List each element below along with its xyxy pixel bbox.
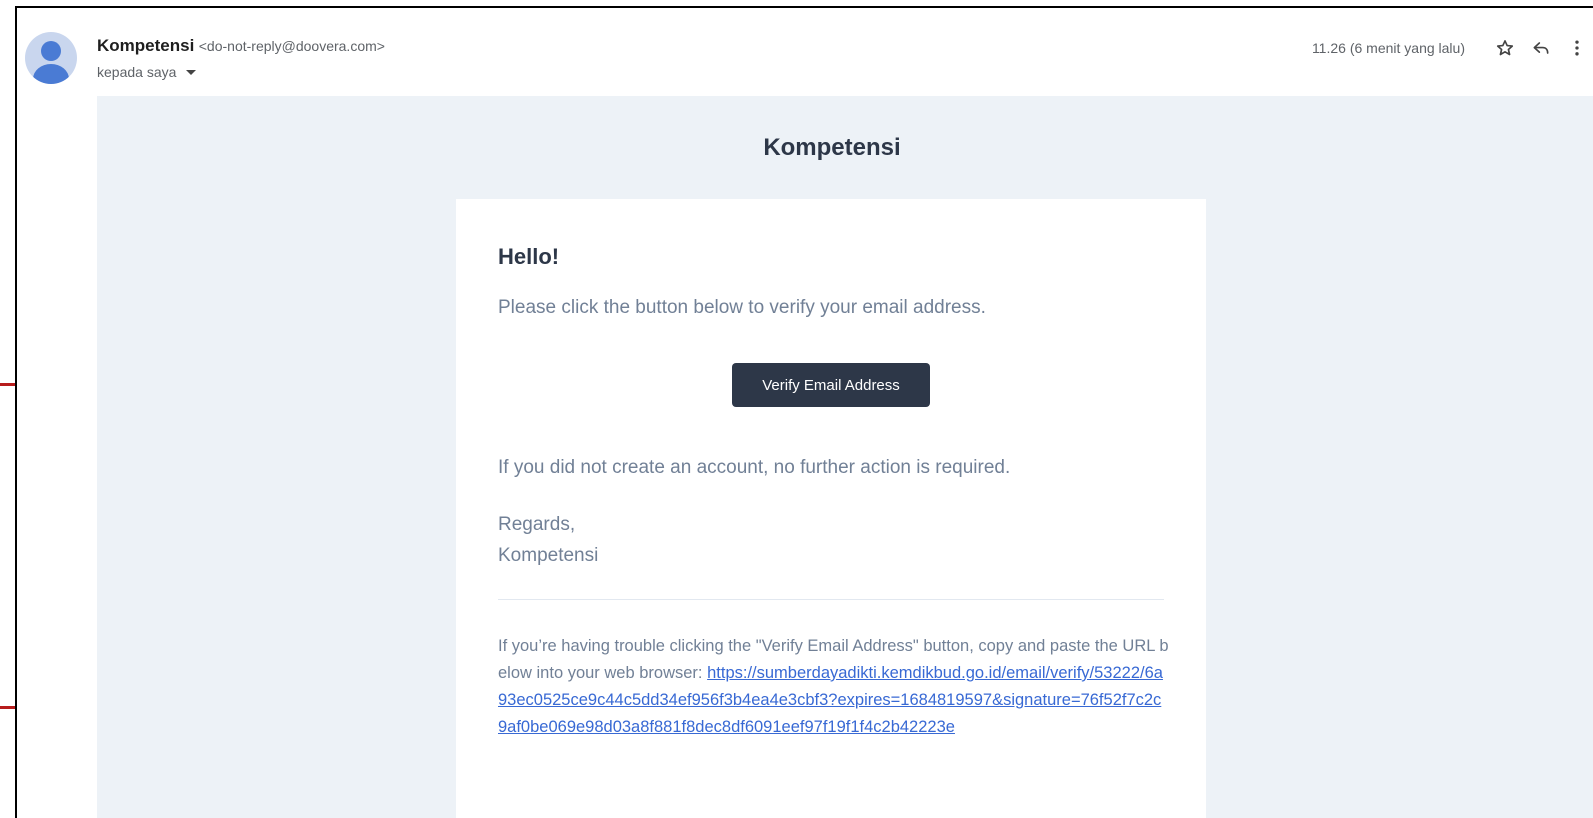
- recipient-label: kepada saya: [97, 64, 177, 80]
- recipient-details-toggle[interactable]: kepada saya: [97, 64, 197, 80]
- sender-avatar: [25, 32, 77, 84]
- reply-icon: [1533, 42, 1549, 54]
- greeting: Hello!: [498, 244, 560, 269]
- email-card: Hello! Please click the button below to …: [456, 199, 1206, 818]
- more-vert-icon: [1575, 40, 1579, 56]
- divider: [498, 599, 1164, 600]
- intro-text: Please click the button below to verify …: [498, 297, 986, 318]
- chevron-down-icon: [186, 69, 197, 75]
- brand-title: Kompetensi: [763, 134, 901, 161]
- no-action-text: If you did not create an account, no fur…: [498, 457, 1011, 478]
- sender-email: <do-not-reply@doovera.com>: [198, 38, 385, 54]
- more-options-button[interactable]: [1559, 34, 1593, 62]
- sender-line: Kompetensi <do-not-reply@doovera.com>: [97, 36, 385, 56]
- star-button[interactable]: [1487, 34, 1523, 62]
- verify-email-button[interactable]: Verify Email Address: [732, 363, 930, 407]
- regards-block: Regards, Kompetensi: [498, 509, 598, 571]
- email-body: Kompetensi Hello! Please click the butto…: [97, 96, 1593, 818]
- trouble-paragraph: If you’re having trouble clicking the "V…: [498, 633, 1170, 741]
- star-icon: [1496, 40, 1514, 56]
- regards-name: Kompetensi: [498, 545, 599, 566]
- message-actions: 11.26 (6 menit yang lalu): [1312, 34, 1593, 62]
- sender-name[interactable]: Kompetensi: [97, 36, 194, 55]
- email-view: Kompetensi <do-not-reply@doovera.com> ke…: [15, 6, 1593, 818]
- message-timestamp: 11.26 (6 menit yang lalu): [1311, 40, 1465, 56]
- regards-line: Regards,: [498, 514, 576, 535]
- reply-button[interactable]: [1523, 34, 1559, 62]
